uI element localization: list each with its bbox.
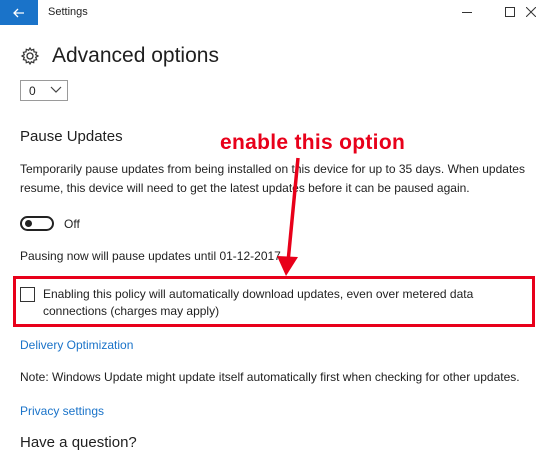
metered-download-checkbox[interactable]	[20, 287, 35, 302]
have-a-question-heading: Have a question?	[20, 434, 137, 451]
privacy-settings-link[interactable]: Privacy settings	[20, 404, 104, 418]
metered-download-label: Enabling this policy will automatically …	[43, 287, 474, 318]
back-button[interactable]	[0, 0, 38, 25]
annotation-arrow	[277, 157, 300, 276]
pause-until-note: Pausing now will pause updates until 01-…	[20, 249, 281, 263]
close-button[interactable]	[516, 2, 546, 22]
page-header: Advanced options	[20, 44, 219, 68]
toggle-state-label: Off	[64, 217, 80, 231]
dropdown-value: 0	[29, 84, 36, 98]
minimize-icon	[462, 12, 472, 13]
minimize-button[interactable]	[452, 2, 482, 22]
chevron-down-icon	[50, 86, 62, 93]
window-title: Settings	[48, 6, 88, 18]
back-arrow-icon	[13, 8, 24, 17]
update-note: Note: Windows Update might update itself…	[20, 370, 520, 384]
maximize-icon	[505, 7, 515, 17]
close-icon	[526, 7, 536, 17]
gear-icon	[20, 46, 40, 66]
pause-updates-title: Pause Updates	[20, 128, 123, 145]
title-bar: Settings	[0, 0, 546, 25]
annotation-label: enable this option	[220, 131, 406, 154]
page-title: Advanced options	[52, 44, 219, 67]
delivery-optimization-link[interactable]: Delivery Optimization	[20, 338, 133, 352]
toggle-knob	[25, 220, 32, 227]
defer-days-dropdown[interactable]: 0	[20, 80, 68, 101]
pause-updates-toggle[interactable]	[20, 216, 54, 231]
pause-updates-description: Temporarily pause updates from being ins…	[20, 162, 525, 195]
